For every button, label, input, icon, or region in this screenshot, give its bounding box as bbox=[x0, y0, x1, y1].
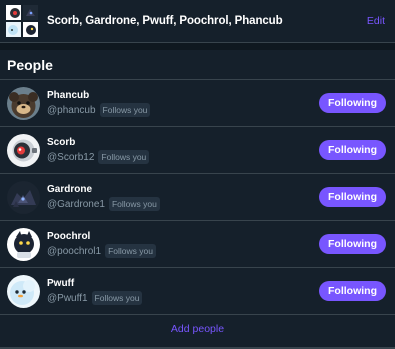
person-name[interactable]: Gardrone bbox=[47, 183, 319, 196]
person-handle[interactable]: @poochrol1 bbox=[47, 246, 101, 257]
list-item[interactable]: Gardrone @Gardrone1 Follows you Followin… bbox=[0, 174, 395, 221]
edit-link[interactable]: Edit bbox=[367, 15, 387, 27]
person-name[interactable]: Scorb bbox=[47, 136, 319, 149]
list-item[interactable]: Phancub @phancub Follows you Following bbox=[0, 80, 395, 127]
follows-you-badge: Follows you bbox=[105, 244, 156, 258]
following-button[interactable]: Following bbox=[319, 281, 386, 301]
person-handle[interactable]: @Gardrone1 bbox=[47, 199, 105, 210]
list-item[interactable]: Pwuff @Pwuff1 Follows you Following bbox=[0, 268, 395, 315]
following-button[interactable]: Following bbox=[319, 187, 386, 207]
follows-you-badge: Follows you bbox=[91, 291, 143, 305]
following-button[interactable]: Following bbox=[319, 140, 386, 160]
pwuff-avatar[interactable] bbox=[7, 274, 40, 308]
add-people-link[interactable]: Add people bbox=[0, 323, 395, 335]
following-button[interactable]: Following bbox=[319, 234, 386, 254]
section-divider bbox=[0, 43, 395, 50]
person-handle[interactable]: @Pwuff1 bbox=[47, 293, 88, 304]
follows-you-badge: Follows you bbox=[108, 197, 160, 211]
person-handle[interactable]: @Scorb12 bbox=[47, 152, 94, 163]
group-title: Scorb, Gardrone, Pwuff, Poochrol, Phancu… bbox=[47, 15, 283, 27]
person-handle[interactable]: @phancub bbox=[47, 105, 96, 116]
gardrone-avatar[interactable] bbox=[7, 180, 40, 214]
follows-you-badge: Follows you bbox=[99, 103, 151, 117]
group-avatar[interactable] bbox=[6, 5, 38, 37]
gardrone-avatar-mini bbox=[23, 5, 38, 20]
person-name[interactable]: Phancub bbox=[47, 89, 319, 102]
scorb-avatar[interactable] bbox=[7, 133, 40, 167]
person-name[interactable]: Poochrol bbox=[47, 230, 319, 243]
pwuff-avatar-mini bbox=[6, 22, 21, 37]
poochrol-avatar-mini bbox=[23, 22, 38, 37]
phancub-avatar[interactable] bbox=[7, 86, 40, 120]
list-item[interactable]: Poochrol @poochrol1 Follows you Followin… bbox=[0, 221, 395, 268]
scorb-avatar-mini bbox=[6, 5, 21, 20]
following-button[interactable]: Following bbox=[319, 93, 386, 113]
group-header: Scorb, Gardrone, Pwuff, Poochrol, Phancu… bbox=[0, 0, 395, 43]
follows-you-badge: Follows you bbox=[98, 150, 150, 164]
section-title: People bbox=[0, 50, 395, 80]
list-item[interactable]: Scorb @Scorb12 Follows you Following bbox=[0, 127, 395, 174]
person-name[interactable]: Pwuff bbox=[47, 277, 319, 290]
people-list: Phancub @phancub Follows you Following S… bbox=[0, 80, 395, 315]
poochrol-avatar[interactable] bbox=[7, 227, 40, 261]
